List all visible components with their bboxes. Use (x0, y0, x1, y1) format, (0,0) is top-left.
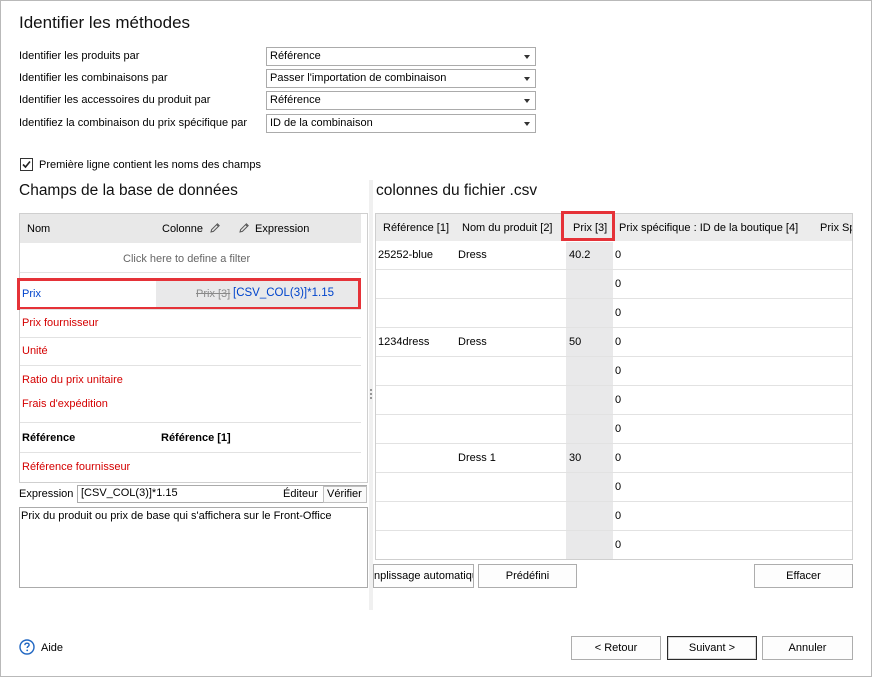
csv-cell[interactable]: 0 (615, 249, 621, 261)
method-label-specific-price: Identifiez la combinaison du prix spécif… (19, 117, 248, 129)
csv-columns-title: colonnes du fichier .csv (376, 182, 538, 199)
row-divider (376, 414, 852, 415)
csv-cell[interactable]: 0 (615, 481, 621, 493)
csv-cell[interactable]: 1234dress (378, 336, 429, 348)
chevron-down-icon (524, 99, 530, 103)
row-divider (20, 337, 361, 338)
csv-cell[interactable]: 0 (615, 278, 621, 290)
field-row-ratio[interactable]: Ratio du prix unitaire (22, 374, 123, 386)
clear-button[interactable]: Effacer (754, 564, 853, 588)
db-fields-title: Champs de la base de données (19, 182, 238, 199)
csv-cell[interactable]: 0 (615, 510, 621, 522)
csv-cell[interactable]: 0 (615, 307, 621, 319)
method-select-specific-price-value: ID de la combinaison (270, 117, 373, 129)
method-select-specific-price[interactable]: ID de la combinaison (266, 114, 536, 133)
csv-cell[interactable]: 40.2 (569, 249, 590, 261)
page-title: Identifier les méthodes (19, 13, 191, 32)
csv-grid (375, 213, 853, 560)
next-button[interactable]: Suivant > (667, 636, 757, 660)
autofill-button[interactable]: nplissage automatiqu (373, 564, 474, 588)
help-link[interactable]: Aide (41, 642, 63, 654)
pencil-icon (239, 223, 249, 233)
expression-input-value: [CSV_COL(3)]*1.15 (81, 487, 178, 499)
row-divider (376, 298, 852, 299)
csv-header-prix-sp[interactable]: Prix Sp (820, 222, 852, 234)
field-row-reference[interactable]: Référence (22, 432, 75, 444)
row-divider (376, 385, 852, 386)
row-divider (20, 452, 361, 453)
method-label-products: Identifier les produits par (19, 50, 140, 62)
csv-cell[interactable]: 30 (569, 452, 581, 464)
editor-button[interactable]: Éditeur (283, 488, 318, 500)
field-row-frais[interactable]: Frais d'expédition (22, 398, 108, 410)
csv-cell[interactable]: 0 (615, 365, 621, 377)
csv-cell[interactable]: 25252-blue (378, 249, 433, 261)
row-divider (20, 422, 361, 423)
splitter-grip-icon (370, 389, 372, 399)
row-divider (376, 356, 852, 357)
first-line-checkbox-label: Première ligne contient les noms des cha… (39, 159, 261, 171)
column-header-name[interactable]: Nom (27, 223, 50, 235)
row-divider (376, 472, 852, 473)
row-divider (376, 501, 852, 502)
field-row-unite[interactable]: Unité (22, 345, 48, 357)
field-row-prix-fournisseur[interactable]: Prix fournisseur (22, 317, 98, 329)
checkmark-icon (22, 160, 31, 169)
column-header-column[interactable]: Colonne (162, 223, 203, 235)
csv-cell[interactable]: Dress 1 (458, 452, 496, 464)
method-select-products-value: Référence (270, 50, 321, 62)
csv-cell[interactable]: 50 (569, 336, 581, 348)
csv-cell[interactable]: 0 (615, 336, 621, 348)
row-divider (376, 530, 852, 531)
row-divider (376, 327, 852, 328)
method-select-products[interactable]: Référence (266, 47, 536, 66)
method-select-combinations-value: Passer l'importation de combinaison (270, 72, 447, 84)
description-text: Prix du produit ou prix de base qui s'af… (21, 510, 332, 522)
filter-row[interactable]: Click here to define a filter (123, 253, 250, 265)
row-divider (20, 309, 361, 310)
expression-label: Expression (19, 488, 74, 500)
method-label-accessories: Identifier les accessoires du produit pa… (19, 94, 211, 106)
chevron-down-icon (524, 55, 530, 59)
prix-row-highlight (17, 278, 361, 310)
csv-cell[interactable]: 0 (615, 394, 621, 406)
method-label-combinations: Identifier les combinaisons par (19, 72, 168, 84)
reference-column-value[interactable]: Référence [1] (161, 432, 231, 444)
help-icon[interactable] (19, 639, 35, 655)
first-line-checkbox[interactable] (20, 158, 33, 171)
csv-cell[interactable]: Dress (458, 249, 487, 261)
csv-header-specific-price-shop[interactable]: Prix spécifique : ID de la boutique [4] (619, 222, 798, 234)
csv-cell[interactable]: 0 (615, 423, 621, 435)
prix-column-shade (566, 242, 613, 559)
chevron-down-icon (524, 122, 530, 126)
csv-header-product-name[interactable]: Nom du produit [2] (462, 222, 553, 234)
csv-cell[interactable]: Dress (458, 336, 487, 348)
row-divider (376, 443, 852, 444)
cancel-button[interactable]: Annuler (762, 636, 853, 660)
back-button[interactable]: < Retour (571, 636, 661, 660)
pencil-icon (210, 223, 220, 233)
row-divider (20, 272, 361, 273)
predefined-button[interactable]: Prédéfini (478, 564, 577, 588)
csv-header-reference[interactable]: Référence [1] (383, 222, 449, 234)
field-row-reference-fournisseur[interactable]: Référence fournisseur (22, 461, 130, 473)
method-select-accessories[interactable]: Référence (266, 91, 536, 110)
chevron-down-icon (524, 77, 530, 81)
csv-cell[interactable]: 0 (615, 452, 621, 464)
row-divider (376, 269, 852, 270)
csv-cell[interactable]: 0 (615, 539, 621, 551)
method-select-combinations[interactable]: Passer l'importation de combinaison (266, 69, 536, 88)
prix-header-highlight (561, 211, 615, 241)
verify-button-label: Vérifier (327, 488, 362, 500)
column-header-expression[interactable]: Expression (255, 223, 309, 235)
method-select-accessories-value: Référence (270, 94, 321, 106)
row-divider (20, 365, 361, 366)
